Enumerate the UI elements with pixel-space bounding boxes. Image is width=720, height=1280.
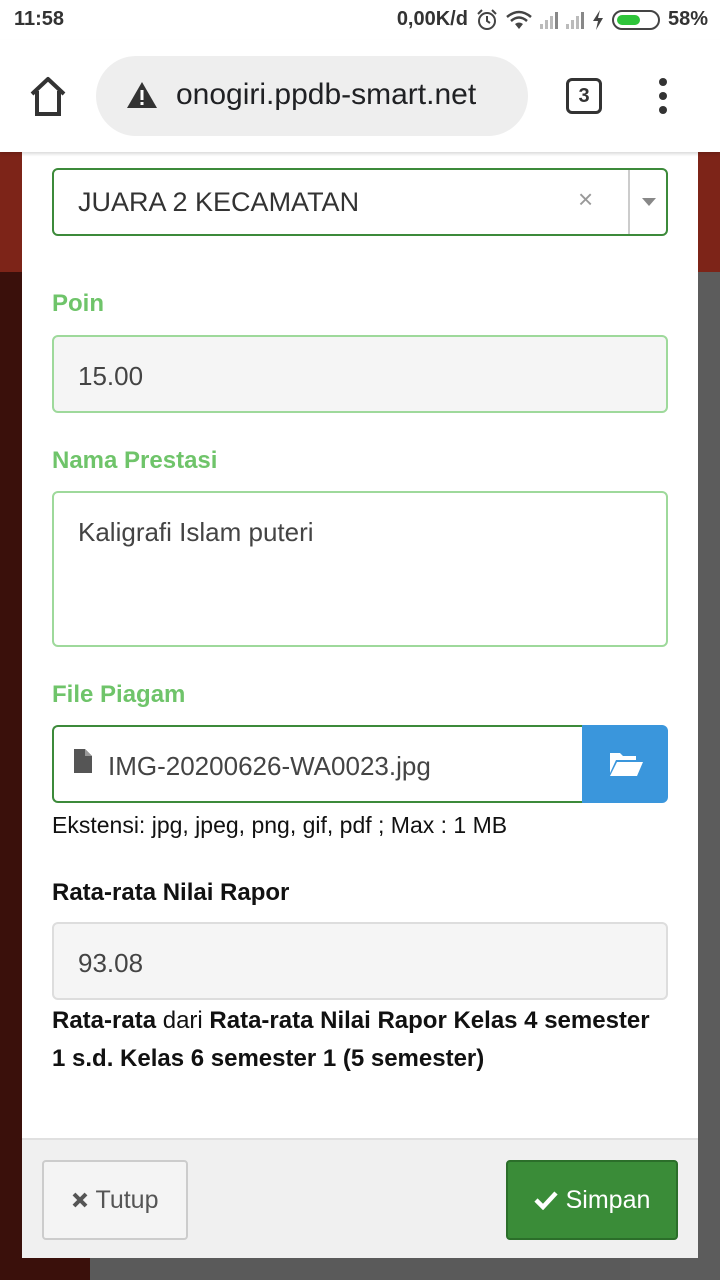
rapor-note-mid: dari — [156, 1007, 210, 1034]
wifi-icon — [506, 10, 532, 29]
check-icon — [534, 1191, 558, 1210]
status-time: 11:58 — [14, 8, 65, 30]
battery-icon — [611, 9, 660, 30]
file-piagam-label: File Piagam — [52, 681, 186, 708]
alarm-icon — [477, 8, 497, 30]
network-speed: 0,00K/d — [396, 8, 468, 30]
home-icon[interactable] — [28, 74, 68, 118]
save-button[interactable]: Simpan — [506, 1160, 678, 1240]
signal-icon — [539, 11, 558, 29]
rapor-note: Rata-rata dari Rata-rata Nilai Rapor Kel… — [52, 1002, 662, 1078]
tabs-button[interactable]: 3 — [566, 78, 602, 114]
browse-file-button[interactable] — [582, 725, 668, 803]
battery-percent: 58% — [667, 8, 708, 30]
url-bar[interactable]: onogiri.ppdb-smart.net — [96, 56, 528, 136]
nama-prestasi-textarea[interactable]: Kaligrafi Islam puteri — [52, 491, 668, 647]
close-button-label: Tutup — [95, 1185, 159, 1214]
file-piagam-input[interactable]: IMG-20200626-WA0023.jpg — [52, 725, 582, 803]
tab-count: 3 — [578, 85, 590, 107]
modal-footer: Tutup Simpan — [22, 1138, 698, 1258]
juara-select-value: JUARA 2 KECAMATAN — [78, 187, 360, 217]
close-button[interactable]: Tutup — [42, 1160, 188, 1240]
status-right: 0,00K/d 58% — [397, 8, 708, 31]
close-icon — [73, 1192, 88, 1208]
select-divider — [628, 170, 630, 234]
save-button-label: Simpan — [565, 1185, 651, 1214]
poin-label: Poin — [52, 290, 104, 317]
rapor-note-bold-1: Rata-rata — [52, 1007, 157, 1034]
poin-input[interactable]: 15.00 — [52, 335, 668, 413]
file-name: IMG-20200626-WA0023.jpg — [108, 751, 431, 781]
file-icon — [74, 749, 92, 773]
browser-toolbar: onogiri.ppdb-smart.net 3 — [0, 40, 720, 152]
clear-icon[interactable]: × — [578, 184, 593, 215]
nama-prestasi-label: Nama Prestasi — [52, 447, 218, 474]
chevron-down-icon[interactable] — [642, 198, 656, 206]
juara-select[interactable]: JUARA 2 KECAMATAN × — [52, 168, 668, 236]
more-menu-icon[interactable] — [656, 78, 670, 118]
url-text[interactable]: onogiri.ppdb-smart.net — [176, 78, 476, 112]
status-bar: 11:58 0,00K/d 58% — [0, 0, 720, 40]
folder-open-icon — [610, 753, 643, 776]
signal-icon — [565, 11, 584, 29]
prestasi-modal: JUARA 2 KECAMATAN × Poin 15.00 Nama Pres… — [22, 152, 698, 1258]
file-help-text: Ekstensi: jpg, jpeg, png, gif, pdf ; Max… — [52, 812, 508, 838]
charging-icon — [592, 9, 603, 30]
rapor-input[interactable]: 93.08 — [52, 922, 668, 1000]
rapor-label: Rata-rata Nilai Rapor — [52, 879, 290, 906]
warning-icon[interactable] — [126, 80, 158, 110]
